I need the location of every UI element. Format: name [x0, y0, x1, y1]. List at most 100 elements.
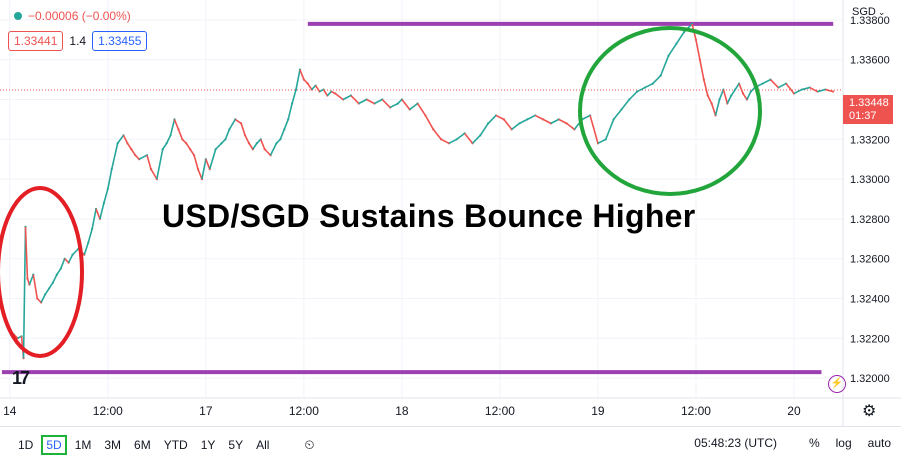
price-segment [156, 149, 164, 180]
bar-countdown: 01:37 [849, 110, 877, 122]
price-segment [801, 86, 810, 91]
price-segment [448, 138, 458, 144]
price-segment [150, 168, 158, 180]
price-segment [295, 69, 301, 90]
price-segment [52, 274, 58, 283]
range-button-5y[interactable]: 5Y [223, 435, 248, 455]
price-segment [550, 118, 560, 125]
price-segment [620, 99, 630, 110]
price-point [832, 90, 835, 93]
price-segment [695, 39, 701, 60]
current-price: 1.33448 [849, 97, 889, 109]
auto-scale-button[interactable]: auto [868, 436, 891, 450]
utc-clock[interactable]: 05:48:23 (UTC) [694, 436, 777, 450]
bid-price[interactable]: 1.33441 [8, 31, 64, 51]
x-tick-label: 12:00 [289, 404, 319, 418]
price-segment [659, 55, 670, 76]
price-segment [652, 75, 662, 85]
y-tick-label: 1.32000 [850, 373, 890, 385]
price-segment [416, 103, 427, 116]
compare-icon[interactable]: ⏲ [304, 437, 314, 453]
price-segment [769, 79, 779, 89]
price-segment [279, 129, 286, 140]
price-segment [209, 149, 217, 170]
price-segment [215, 142, 223, 150]
price-segment [432, 128, 442, 140]
scale-options: % log auto [809, 436, 891, 450]
price-segment [479, 122, 489, 136]
price-segment [228, 118, 236, 130]
price-segment [440, 138, 450, 144]
price-segment [464, 132, 474, 144]
price-segment [374, 98, 383, 105]
range-button-1m[interactable]: 1M [70, 435, 97, 455]
price-segment [699, 59, 705, 80]
currency-selector[interactable]: SGD ⌄ [852, 6, 885, 18]
change-text: −0.00006 (−0.00%) [28, 9, 131, 23]
y-tick-label: 1.32600 [850, 254, 890, 266]
price-segment [381, 98, 391, 109]
price-segment [173, 119, 180, 130]
lightning-icon[interactable]: ⚡ [828, 375, 846, 393]
price-segment [291, 89, 297, 104]
bottom-toolbar: 1D 5D 1M 3M 6M YTD 1Y 5Y All ⏲ 05:48:23 (UTC) % … [0, 426, 901, 462]
price-segment [675, 31, 685, 45]
price-segment [409, 102, 419, 111]
price-segment [762, 78, 771, 85]
currency-label: SGD [852, 6, 876, 18]
price-segment [197, 168, 203, 180]
range-button-5d[interactable]: 5D [41, 434, 67, 455]
price-segment [269, 142, 278, 156]
price-segment [534, 114, 544, 121]
range-button-1d[interactable]: 1D [13, 435, 38, 455]
price-segment [527, 114, 536, 121]
range-button-6m[interactable]: 6M [129, 435, 156, 455]
log-scale-button[interactable]: log [836, 436, 852, 450]
price-segment [264, 148, 272, 156]
range-button-1y[interactable]: 1Y [196, 435, 221, 455]
range-button-3m[interactable]: 3M [99, 435, 126, 455]
price-segment [28, 274, 35, 285]
settings-gear-icon[interactable]: ⚙ [862, 401, 876, 421]
price-segment [83, 242, 89, 255]
y-tick-label: 1.32400 [850, 294, 890, 306]
price-segment [511, 122, 521, 130]
price-segment [503, 118, 513, 130]
change-display: −0.00006 (−0.00%) [14, 9, 131, 23]
range-selector: 1D 5D 1M 3M 6M YTD 1Y 5Y All [10, 434, 274, 455]
price-segment [558, 118, 567, 125]
price-segment [487, 114, 497, 124]
price-segment [581, 114, 591, 121]
price-segment [193, 155, 199, 170]
price-segment [785, 83, 795, 95]
range-button-ytd[interactable]: YTD [159, 435, 193, 455]
price-segment [636, 86, 646, 93]
price-segment [597, 138, 607, 144]
x-tick-label: 18 [395, 404, 409, 418]
tradingview-logo[interactable]: 17 [12, 368, 30, 389]
price-segment [628, 90, 638, 101]
price-segment [746, 91, 752, 100]
price-segment [177, 129, 184, 140]
price-segment [287, 103, 293, 120]
price-segment [825, 88, 834, 93]
price-segment [456, 132, 466, 140]
price-segment [738, 83, 744, 94]
price-segment [205, 158, 211, 170]
price-segment [95, 208, 101, 220]
quote-row: 1.33441 1.4 1.33455 [8, 31, 148, 51]
price-segment [110, 143, 119, 170]
x-tick-label: 19 [591, 404, 605, 418]
percent-scale-button[interactable]: % [809, 436, 820, 450]
ask-price[interactable]: 1.33455 [92, 31, 148, 51]
price-segment [259, 139, 266, 150]
range-button-all[interactable]: All [251, 435, 274, 455]
spread: 1.4 [69, 34, 87, 48]
price-segment [714, 99, 721, 116]
red-ellipse [0, 186, 84, 358]
price-segment [703, 79, 709, 96]
price-segment [722, 89, 729, 104]
price-segment [605, 119, 615, 140]
x-tick-label: 12:00 [93, 404, 123, 418]
market-status-dot [14, 12, 22, 20]
